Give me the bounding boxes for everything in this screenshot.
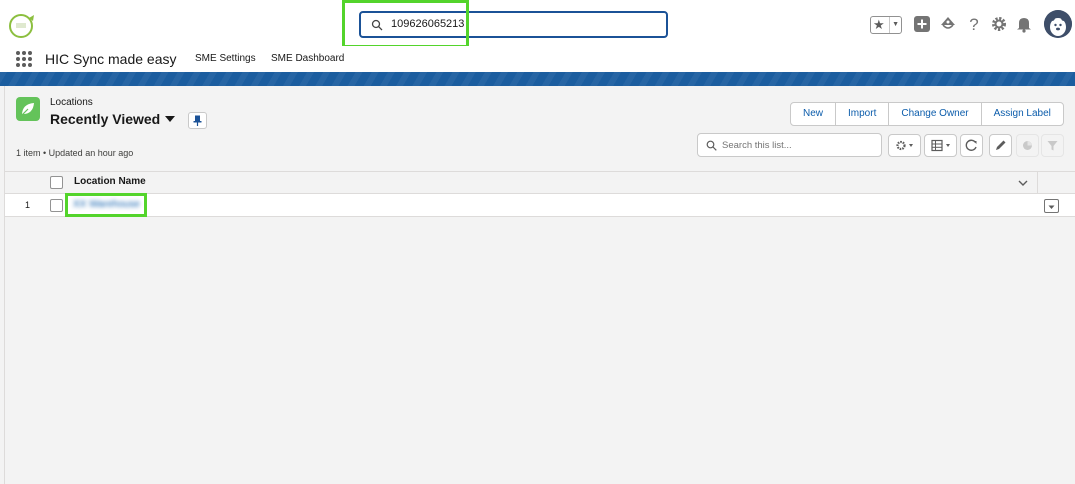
app-navigation-bar: HIC Sync made easy SME Settings SME Dash… (0, 46, 1075, 72)
app-name: HIC Sync made easy (45, 51, 177, 67)
table-view-icon (931, 139, 950, 152)
charts-button[interactable] (1016, 134, 1039, 157)
global-header: 109626065213 ★ ▼ ? (0, 0, 1075, 46)
table-header: Location Name (5, 172, 1075, 194)
list-view-title[interactable]: Recently Viewed (50, 111, 160, 127)
row-actions-button[interactable] (1044, 199, 1059, 213)
filter-button[interactable] (1041, 134, 1064, 157)
notifications-bell-icon[interactable] (1014, 14, 1034, 34)
column-header-location-name[interactable]: Location Name (74, 176, 146, 187)
svg-text:?: ? (969, 15, 978, 34)
location-name-link[interactable]: XX Warehouse (73, 199, 140, 210)
list-view-card: Locations Recently Viewed 1 item • Updat… (4, 86, 1075, 484)
global-search-value: 109626065213 (391, 18, 465, 30)
list-actions-button-group: New Import Change Owner Assign Label (790, 102, 1064, 126)
favorites-dropdown-icon[interactable]: ▼ (889, 17, 899, 33)
list-view-switcher-icon[interactable] (165, 116, 175, 122)
user-avatar[interactable] (1044, 10, 1072, 38)
change-owner-button[interactable]: Change Owner (888, 102, 982, 126)
object-label: Locations (50, 97, 93, 108)
leaf-icon (21, 103, 34, 116)
pie-chart-icon (1023, 141, 1032, 150)
list-search-input[interactable] (722, 137, 877, 153)
trailhead-icon[interactable] (938, 14, 958, 34)
help-icon[interactable]: ? (964, 14, 984, 34)
app-logo[interactable] (7, 12, 36, 39)
column-divider (1037, 172, 1038, 194)
display-as-button[interactable] (924, 134, 957, 157)
global-search-input[interactable]: 109626065213 (359, 11, 668, 38)
row-checkbox[interactable] (50, 199, 63, 212)
search-icon (371, 19, 383, 31)
edit-list-button[interactable] (989, 134, 1012, 157)
avatar-image (1044, 10, 1072, 38)
refresh-button[interactable] (960, 134, 983, 157)
chevron-down-icon (1048, 205, 1055, 209)
pencil-icon (996, 140, 1006, 150)
chevron-down-icon[interactable] (1016, 176, 1030, 190)
list-meta-status: 1 item • Updated an hour ago (16, 148, 134, 158)
favorites-star-icon[interactable]: ★ (873, 17, 885, 33)
row-number: 1 (25, 200, 31, 210)
favorites-group[interactable]: ★ ▼ (870, 16, 902, 34)
gear-dropdown-icon (896, 140, 913, 151)
nav-item-sme-settings[interactable]: SME Settings (195, 53, 256, 64)
list-view-controls-button[interactable] (888, 134, 921, 157)
list-view-header: Locations Recently Viewed 1 item • Updat… (5, 86, 1075, 172)
brand-banner (0, 72, 1075, 86)
pin-list-button[interactable] (188, 112, 207, 129)
select-all-checkbox[interactable] (50, 176, 63, 189)
assign-label-button[interactable]: Assign Label (980, 102, 1064, 126)
location-object-icon (16, 97, 40, 121)
list-search-box[interactable] (697, 133, 882, 157)
import-button[interactable]: Import (835, 102, 890, 126)
setup-gear-icon[interactable] (989, 14, 1009, 34)
pin-icon (193, 115, 202, 126)
new-button[interactable]: New (790, 102, 837, 126)
nav-item-sme-dashboard[interactable]: SME Dashboard (271, 53, 344, 64)
table-row: 1 XX Warehouse (5, 194, 1075, 217)
filter-icon (1047, 141, 1058, 151)
app-launcher-icon[interactable] (15, 50, 33, 68)
global-add-icon[interactable] (912, 14, 932, 34)
refresh-icon (965, 139, 977, 151)
search-icon (706, 140, 717, 151)
